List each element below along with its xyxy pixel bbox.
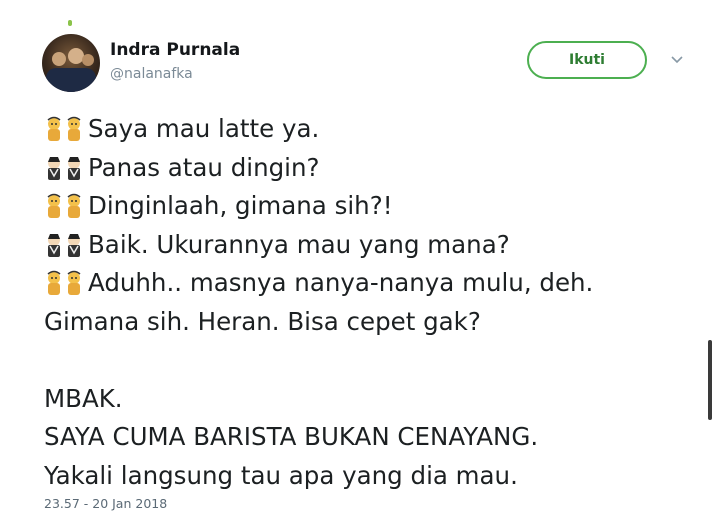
tweet-line: Yakali langsung tau apa yang dia mau.: [44, 457, 704, 496]
line-text: Dinginlaah, gimana sih?!: [88, 191, 393, 220]
tweet-line: Panas atau dingin?: [44, 149, 704, 188]
line-text: Gimana sih. Heran. Bisa cepet gak?: [44, 306, 481, 336]
tweet-line: Gimana sih. Heran. Bisa cepet gak?: [44, 303, 704, 342]
line-text: MBAK.: [44, 383, 123, 413]
tweet-line: MBAK.: [44, 380, 704, 419]
scrollbar[interactable]: [708, 340, 712, 420]
chevron-down-icon[interactable]: [670, 55, 684, 65]
woman-emoji-icon: [44, 269, 84, 297]
woman-emoji-icon: [44, 192, 84, 220]
tweet-line: SAYA CUMA BARISTA BUKAN CENAYANG.: [44, 418, 704, 457]
tweet-line: Aduhh.. masnya nanya-nanya mulu, deh.: [44, 264, 704, 303]
line-text: Baik. Ukurannya mau yang mana?: [88, 229, 510, 259]
tweet-text: Saya mau latte ya. Panas atau dingin? Di…: [44, 110, 704, 495]
man-emoji-icon: [44, 154, 84, 182]
line-text: Aduhh.. masnya nanya-nanya mulu, deh.: [88, 268, 594, 297]
man-emoji-icon: [44, 231, 84, 259]
tweet-line: Baik. Ukurannya mau yang mana?: [44, 226, 704, 265]
tweet-timestamp[interactable]: 23.57 - 20 Jan 2018: [44, 496, 167, 511]
tweet-line: Saya mau latte ya.: [44, 110, 704, 149]
line-text: SAYA CUMA BARISTA BUKAN CENAYANG.: [44, 422, 539, 451]
woman-emoji-icon: [44, 115, 84, 143]
line-text: Panas atau dingin?: [88, 152, 320, 182]
line-text: Saya mau latte ya.: [88, 114, 320, 143]
line-text: Yakali langsung tau apa yang dia mau.: [44, 460, 518, 490]
status-dot: [68, 20, 72, 26]
follow-button[interactable]: Ikuti: [527, 41, 647, 79]
author-handle[interactable]: @nalanafka: [110, 66, 193, 82]
tweet-line: Dinginlaah, gimana sih?!: [44, 187, 704, 226]
avatar[interactable]: [42, 34, 100, 92]
author-name[interactable]: Indra Purnala: [110, 40, 240, 60]
